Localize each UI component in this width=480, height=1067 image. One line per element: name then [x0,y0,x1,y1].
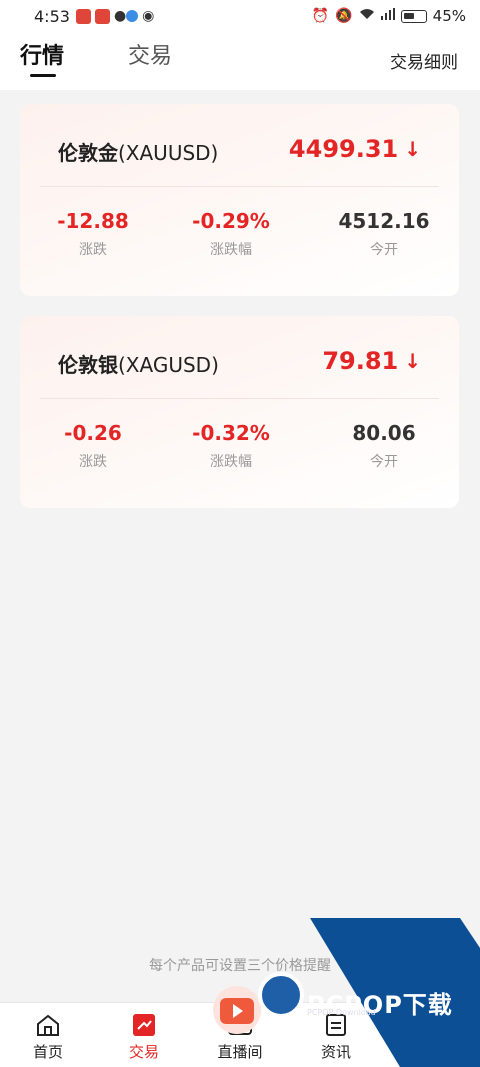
tab-market[interactable]: 行情 [20,38,64,70]
change-label: 涨跌 [79,454,107,470]
change-value: -12.88 [57,209,129,233]
battery-percent: 45% [432,7,466,25]
instrument-name: 伦敦金 [58,141,118,165]
instrument-title: 伦敦银(XAGUSD) [58,349,219,378]
status-bar: 4:53 ● ◉ ⏰ 🔕 45% [0,0,480,32]
arrow-down-icon: ↓ [404,137,421,161]
quote-card-gold[interactable]: 伦敦金(XAUUSD) 4499.31 ↓ -12.88 涨跌 -0.29% 涨… [20,104,459,296]
open-value: 80.06 [352,421,416,445]
home-icon [37,1014,59,1036]
signal-icon [380,8,395,24]
stat-open: 80.06 今开 [324,421,444,471]
change-label: 涨跌 [79,242,107,258]
browser-icon [126,10,139,22]
tab-trade[interactable]: 交易 [128,38,172,70]
instrument-code: (XAGUSD) [118,353,219,377]
instrument-name: 伦敦银 [58,353,118,377]
nav-home[interactable]: 首页 [8,1013,88,1062]
open-value: 4512.16 [338,209,430,233]
open-label: 今开 [370,454,398,470]
open-label: 今开 [370,242,398,258]
change-pct-value: -0.29% [192,209,270,233]
watermark-play-icon [208,982,266,1034]
app-notification-icon [94,8,110,24]
nav-trade[interactable]: 交易 [104,1013,184,1062]
wifi-icon [359,8,375,24]
trade-icon [133,1014,155,1036]
instrument-price: 4499.31 ↓ [289,135,421,163]
top-header: 行情 交易 交易细则 [0,32,480,90]
stat-change-pct: -0.32% 涨跌幅 [171,421,291,471]
app-notification-icon [75,8,91,24]
price-value: 79.81 [322,347,399,375]
nav-live-label: 直播间 [217,1043,263,1061]
stat-open: 4512.16 今开 [324,209,444,259]
change-pct-label: 涨跌幅 [210,242,252,258]
nav-trade-label: 交易 [128,1043,159,1061]
quote-card-silver[interactable]: 伦敦银(XAGUSD) 79.81 ↓ -0.26 涨跌 -0.32% 涨跌幅 … [20,316,459,508]
change-pct-label: 涨跌幅 [210,454,252,470]
change-pct-value: -0.32% [192,421,270,445]
watermark-subtext: PCPOP Download [307,1008,376,1017]
alarm-icon: ⏰ [311,8,330,24]
qq-icon: ● [113,8,127,24]
wechat-icon: ◉ [142,8,155,24]
divider [40,398,439,399]
stat-change: -0.26 涨跌 [33,421,153,471]
tab-active-indicator [30,74,56,77]
watermark-logo-icon [258,972,304,1018]
instrument-title: 伦敦金(XAUUSD) [58,137,218,166]
arrow-down-icon: ↓ [404,349,421,373]
battery-icon [400,9,427,23]
nav-home-label: 首页 [32,1043,63,1061]
mute-icon: 🔕 [335,8,353,24]
price-value: 4499.31 [288,135,399,163]
divider [40,186,439,187]
trade-rules-link[interactable]: 交易细则 [390,48,458,73]
instrument-code: (XAUUSD) [118,141,219,165]
stat-change-pct: -0.29% 涨跌幅 [171,209,291,259]
change-value: -0.26 [64,421,122,445]
status-time: 4:53 [34,6,70,26]
stat-change: -12.88 涨跌 [33,209,153,259]
instrument-price: 79.81 ↓ [322,347,421,375]
